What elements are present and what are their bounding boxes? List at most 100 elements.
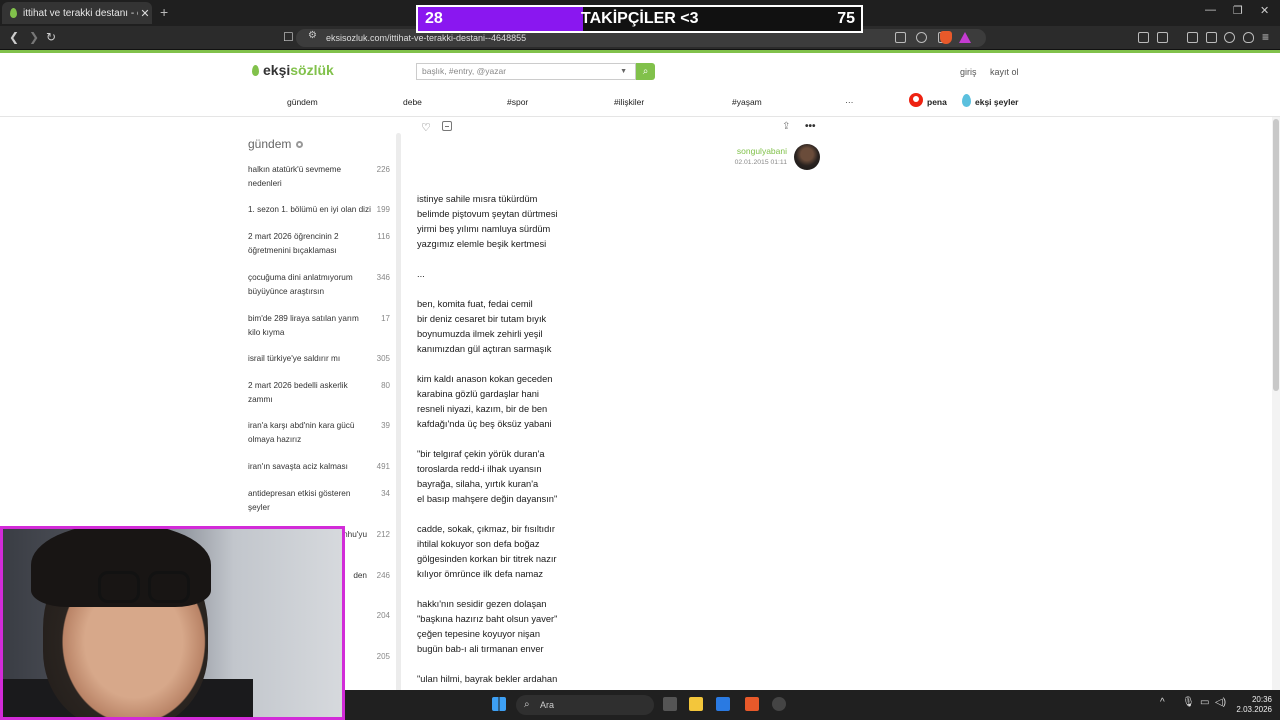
entry-line: karabina gözlü gardaşlar hani xyxy=(417,389,539,399)
sidebar-topic-item[interactable]: iran'ın savaşta aciz kalması 491 xyxy=(248,460,393,474)
bookmark-icon[interactable]: ☐ xyxy=(283,30,294,44)
nav-yasam[interactable]: #yaşam xyxy=(732,97,762,107)
windows-taskbar xyxy=(345,690,1280,720)
extensions-icon[interactable] xyxy=(1138,32,1149,43)
entry-line: boynumuzda ilmek zehirli yeşil xyxy=(417,329,543,339)
vpn-icon[interactable] xyxy=(1243,32,1254,43)
microphone-icon[interactable]: 🎙 xyxy=(1182,697,1195,708)
sidebar-scrollbar[interactable] xyxy=(396,133,401,693)
entry-line: ben, komita fuat, fedai cemil xyxy=(417,299,533,309)
entry-line: el basıp mahşere değin dayansın" xyxy=(417,494,558,504)
search-dropdown-icon[interactable]: ▼ xyxy=(620,64,627,79)
screen: ittihat ve terakki destanı - ekşi sö ✕ +… xyxy=(0,0,1280,720)
entry-line xyxy=(417,282,717,297)
minimize-icon[interactable]: — xyxy=(1205,4,1216,16)
sidebar-topic-title: 2 mart 2026 öğrencinin 2 öğretmenini bıç… xyxy=(248,232,339,255)
brave-shields-icon[interactable] xyxy=(940,31,952,44)
menu-icon[interactable]: ≡ xyxy=(1262,30,1269,44)
favorite-heart-icon[interactable]: ♡ xyxy=(421,121,433,134)
entry-line: gölgesinden korkan bir titrek nazır xyxy=(417,554,557,564)
nav-gundem[interactable]: gündem xyxy=(287,97,318,107)
site-logo[interactable]: ekşi sözlük xyxy=(252,62,334,78)
gear-icon[interactable] xyxy=(296,141,303,148)
wallet-icon[interactable] xyxy=(1206,32,1217,43)
pena-icon xyxy=(909,93,923,107)
sidebar-title[interactable]: gündem xyxy=(248,137,291,151)
collapse-icon[interactable] xyxy=(442,121,452,131)
entry-line: toroslarda redd-i ilhak uyansın xyxy=(417,464,542,474)
entry-date[interactable]: 02.01.2015 01:11 xyxy=(700,159,787,166)
window-close-icon[interactable]: ✕ xyxy=(1260,4,1269,17)
close-tab-icon[interactable]: ✕ xyxy=(138,7,152,20)
entry-author[interactable]: songulyabani xyxy=(700,146,787,156)
brave-taskbar-icon[interactable] xyxy=(745,697,759,711)
maximize-icon[interactable]: ❐ xyxy=(1233,4,1243,17)
nav-eksi-seyler[interactable]: ekşi şeyler xyxy=(975,97,1018,107)
sidebar-topic-item[interactable]: 1. sezon 1. bölümü en iyi olan dizi 199 xyxy=(248,203,393,217)
login-link[interactable]: giriş xyxy=(960,67,977,77)
sidebar-topic-item[interactable]: bim'de 289 liraya satılan yarım kilo kıy… xyxy=(248,312,393,340)
register-link[interactable]: kayıt ol xyxy=(990,67,1019,77)
entry-line: hakkı'nın sesidir gezen dolaşan xyxy=(417,599,547,609)
tray-chevron-icon[interactable]: ^ xyxy=(1160,697,1165,708)
sidebar-topic-title: israil türkiye'ye saldırır mı xyxy=(248,354,341,363)
obs-taskbar-icon[interactable] xyxy=(772,697,786,711)
sidebar-toggle-icon[interactable] xyxy=(1187,32,1198,43)
tab-title: ittihat ve terakki destanı - ekşi sö xyxy=(23,7,138,19)
entry-options-icon[interactable]: ••• xyxy=(805,121,816,132)
cast-icon[interactable] xyxy=(895,32,906,43)
leo-icon[interactable] xyxy=(1224,32,1235,43)
logo-text-a: ekşi xyxy=(263,62,291,78)
reload-icon[interactable]: ↻ xyxy=(46,30,56,44)
sidebar-topic-item[interactable]: israil türkiye'ye saldırır mı 305 xyxy=(248,352,393,366)
new-tab-icon[interactable]: + xyxy=(160,4,168,20)
sidebar-topic-item[interactable]: halkın atatürk'ü sevmeme nedenleri 226 xyxy=(248,163,393,191)
nav-spor[interactable]: #spor xyxy=(507,97,528,107)
nav-iliskiler[interactable]: #ilişkiler xyxy=(614,97,644,107)
windows-start-icon[interactable] xyxy=(492,697,506,711)
entry-line: belimde piştovum şeytan dürtmesi xyxy=(417,209,558,219)
sidebar-topic-item[interactable]: iran'a karşı abd'nin kara gücü olmaya ha… xyxy=(248,419,393,447)
taskbar-search[interactable]: ⌕ Ara xyxy=(516,695,654,715)
search-input[interactable]: başlık, #entry, @yazar ▼ xyxy=(416,63,636,80)
sidebar-topic-title: iran'a karşı abd'nin kara gücü olmaya ha… xyxy=(248,421,355,444)
entry-line xyxy=(417,432,717,447)
sidebar-topic-count: 34 xyxy=(381,489,390,498)
brave-rewards-icon[interactable] xyxy=(959,32,971,43)
sidebar-topic-item[interactable]: 2 mart 2026 öğrencinin 2 öğretmenini bıç… xyxy=(248,230,393,258)
share-entry-icon[interactable]: ⇪ xyxy=(782,121,790,132)
browser-tab[interactable]: ittihat ve terakki destanı - ekşi sö ✕ xyxy=(2,2,152,24)
zoom-icon[interactable] xyxy=(916,32,927,43)
nav-more[interactable]: ··· xyxy=(845,97,854,107)
sidebar-topic-item[interactable]: antidepresan etkisi gösteren şeyler 34 xyxy=(248,487,393,515)
sidebar-topic-item[interactable]: çocuğuma dini anlatmıyorum büyüyünce ara… xyxy=(248,271,393,299)
sidebar-topic-item[interactable]: 2 mart 2026 bedelli askerlik zammı 80 xyxy=(248,379,393,407)
volume-icon[interactable]: ◁) xyxy=(1215,697,1226,708)
sidebar-topic-count: 199 xyxy=(376,205,390,214)
entry-line xyxy=(417,657,717,672)
entry-content: istinye sahile mısra tükürdüm belimde piş… xyxy=(417,192,717,687)
page-scrollbar-thumb[interactable] xyxy=(1273,119,1279,391)
page-scrollbar[interactable] xyxy=(1272,117,1280,720)
nav-debe[interactable]: debe xyxy=(403,97,422,107)
store-icon[interactable] xyxy=(716,697,730,711)
network-icon[interactable]: ▭ xyxy=(1200,697,1209,708)
search-button[interactable]: ⌕ xyxy=(636,63,655,80)
site-info-icon[interactable]: ⚙ xyxy=(308,30,317,41)
url-text: eksisozluk.com/ittihat-ve-terakki-destan… xyxy=(326,33,527,43)
nav-pena[interactable]: pena xyxy=(927,97,947,107)
task-view-icon[interactable] xyxy=(663,697,677,711)
eksi-seyler-icon xyxy=(962,94,971,107)
entry-line xyxy=(417,252,717,267)
sidebar-topic-count: 116 xyxy=(377,232,390,241)
sidebar-topic-count: 346 xyxy=(376,273,390,282)
follower-goal-current: 28 xyxy=(425,10,443,27)
sidebar-topic-title: halkın atatürk'ü sevmeme nedenleri xyxy=(248,165,342,188)
file-explorer-icon[interactable] xyxy=(689,697,703,711)
taskbar-clock[interactable]: 20:36 2.03.2026 xyxy=(1232,695,1272,715)
back-icon[interactable]: ❮ xyxy=(9,30,19,44)
sidebar-topic-title: bim'de 289 liraya satılan yarım kilo kıy… xyxy=(248,314,359,337)
forward-icon[interactable]: ❯ xyxy=(29,30,39,44)
reading-list-icon[interactable] xyxy=(1157,32,1168,43)
author-avatar[interactable] xyxy=(794,144,820,170)
